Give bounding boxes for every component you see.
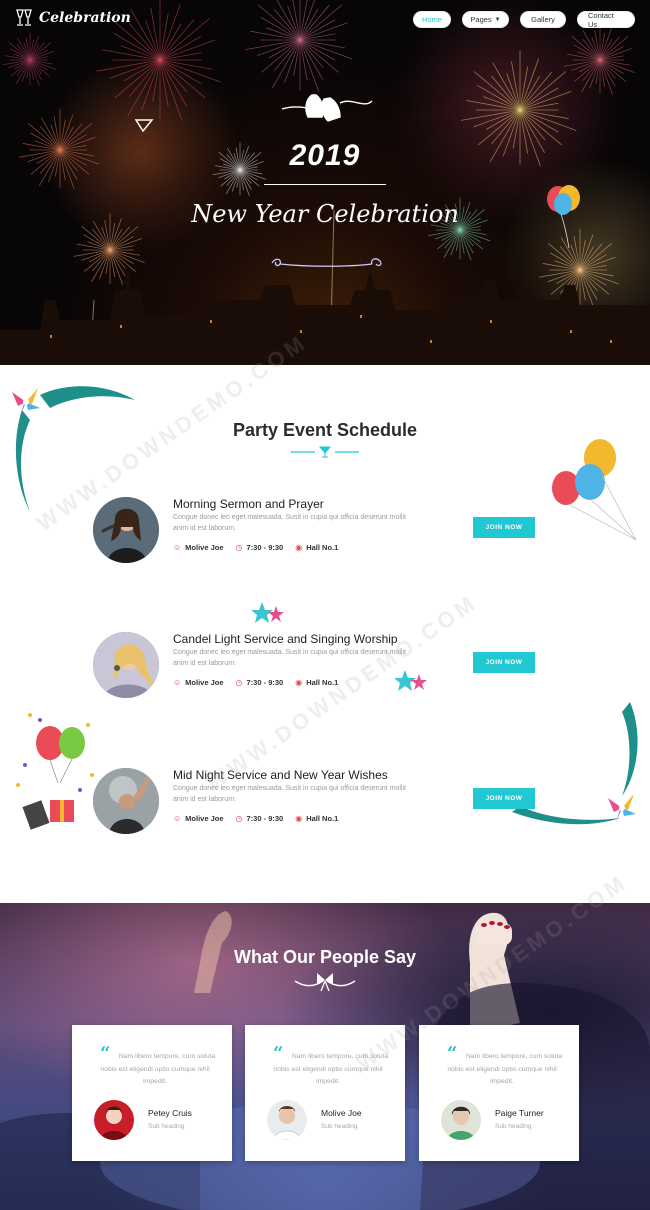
- nav-menu: Home Pages ▼ Gallery Contact Us: [413, 10, 635, 29]
- stars-decoration: [252, 602, 284, 623]
- avatar: [94, 1100, 134, 1140]
- join-now-button[interactable]: JOIN NOW: [473, 652, 535, 673]
- site-logo[interactable]: Celebration: [14, 8, 131, 28]
- hero-subtitle: New Year Celebration: [191, 200, 459, 228]
- event-item: Morning Sermon and Prayer Congue donec l…: [0, 497, 650, 567]
- event-meta: ☺ Molive Joe ◷ 7:30 - 9:30 ◉ Hall No.1: [173, 814, 338, 823]
- testimonial-quote: Nam libero tempore, cum soluta nobis est…: [100, 1053, 216, 1085]
- map-pin-icon: ◉: [295, 543, 303, 552]
- chevron-down-icon: ▼: [494, 16, 501, 23]
- testimonial-name: Molive Joe: [321, 1108, 362, 1118]
- nav-home-label: Home: [422, 15, 443, 24]
- champagne-glasses-icon: [16, 9, 32, 26]
- testimonials-section: What Our People Say “ Nam libero tempore…: [0, 903, 650, 1210]
- hero-divider: [264, 184, 386, 185]
- join-now-button[interactable]: JOIN NOW: [473, 517, 535, 538]
- event-place-value: Hall No.1: [306, 814, 339, 823]
- event-meta: ☺ Molive Joe ◷ 7:30 - 9:30 ◉ Hall No.1: [173, 678, 338, 687]
- event-description: Congue donec leo eget malesuada. Susit i…: [173, 785, 406, 803]
- avatar: [441, 1100, 481, 1140]
- event-photo: [93, 768, 159, 834]
- testimonial-role: Sub heading: [495, 1123, 532, 1130]
- event-place-value: Hall No.1: [306, 678, 339, 687]
- map-pin-icon: ◉: [295, 814, 303, 823]
- testimonial-name: Petey Cruis: [148, 1108, 192, 1118]
- testimonial-card: “ Nam libero tempore, cum soluta nobis e…: [245, 1025, 405, 1161]
- event-time: ◷ 7:30 - 9:30: [236, 678, 284, 687]
- event-host: ☺ Molive Joe: [173, 814, 224, 823]
- event-time-value: 7:30 - 9:30: [246, 543, 284, 552]
- join-now-button[interactable]: JOIN NOW: [473, 788, 535, 809]
- event-host-name: Molive Joe: [185, 678, 224, 687]
- user-icon: ☺: [173, 543, 182, 552]
- avatar: [267, 1100, 307, 1140]
- logo-text: Celebration: [39, 10, 131, 26]
- nav-pages-label: Pages: [470, 15, 492, 24]
- testimonial-role: Sub heading: [321, 1123, 358, 1130]
- event-item: Candel Light Service and Singing Worship…: [0, 632, 650, 702]
- event-photo: [93, 497, 159, 563]
- testimonial-name: Paige Turner: [495, 1108, 544, 1118]
- event-time: ◷ 7:30 - 9:30: [236, 543, 284, 552]
- testimonials-title: What Our People Say: [233, 947, 417, 967]
- event-place: ◉ Hall No.1: [295, 678, 338, 687]
- nav-pages[interactable]: Pages ▼: [462, 11, 509, 28]
- event-place-value: Hall No.1: [306, 543, 339, 552]
- event-host: ☺ Molive Joe: [173, 678, 224, 687]
- testimonial-role: Sub heading: [148, 1123, 185, 1130]
- fireworks-background: [0, 0, 650, 365]
- event-place: ◉ Hall No.1: [295, 814, 338, 823]
- schedule-title: Party Event Schedule: [232, 420, 418, 440]
- nav-home[interactable]: Home: [413, 11, 451, 28]
- event-meta: ☺ Molive Joe ◷ 7:30 - 9:30 ◉ Hall No.1: [173, 543, 338, 552]
- event-description: Congue donec leo eget malesuada. Susit i…: [173, 649, 406, 667]
- hero-year: 2019: [289, 139, 361, 172]
- user-icon: ☺: [173, 678, 182, 687]
- event-host-name: Molive Joe: [185, 543, 224, 552]
- event-photo: [93, 632, 159, 698]
- event-title: Morning Sermon and Prayer: [173, 497, 324, 511]
- user-icon: ☺: [173, 814, 182, 823]
- event-description: Congue donec leo eget malesuada. Susit i…: [173, 514, 406, 532]
- top-navigation: Celebration Home Pages ▼ Gallery Contact …: [0, 0, 650, 40]
- clock-icon: ◷: [235, 678, 243, 687]
- event-host: ☺ Molive Joe: [173, 543, 224, 552]
- hero-banner: Celebration Home Pages ▼ Gallery Contact …: [0, 0, 650, 365]
- bow-ribbon-icon: [294, 973, 356, 992]
- event-time-value: 7:30 - 9:30: [246, 678, 284, 687]
- event-place: ◉ Hall No.1: [295, 543, 338, 552]
- event-host-name: Molive Joe: [185, 814, 224, 823]
- map-pin-icon: ◉: [295, 678, 303, 687]
- event-title: Mid Night Service and New Year Wishes: [173, 768, 388, 782]
- event-time-value: 7:30 - 9:30: [246, 814, 284, 823]
- testimonial-quote: Nam libero tempore, cum soluta nobis est…: [273, 1053, 389, 1085]
- testimonial-card: “ Nam libero tempore, cum soluta nobis e…: [419, 1025, 579, 1161]
- clock-icon: ◷: [235, 543, 243, 552]
- nav-contact[interactable]: Contact Us: [577, 10, 635, 29]
- page: Celebration Home Pages ▼ Gallery Contact …: [0, 0, 650, 1210]
- cocktail-glass-icon: [291, 446, 359, 458]
- testimonial-quote: Nam libero tempore, cum soluta nobis est…: [447, 1053, 563, 1085]
- nav-gallery-label: Gallery: [531, 15, 555, 24]
- event-item: Mid Night Service and New Year Wishes Co…: [0, 768, 650, 838]
- event-time: ◷ 7:30 - 9:30: [236, 814, 284, 823]
- nav-contact-label: Contact Us: [588, 10, 614, 29]
- clock-icon: ◷: [235, 814, 243, 823]
- event-title: Candel Light Service and Singing Worship: [173, 632, 398, 646]
- nav-gallery[interactable]: Gallery: [520, 11, 566, 28]
- testimonial-card: “ Nam libero tempore, cum soluta nobis e…: [72, 1025, 232, 1161]
